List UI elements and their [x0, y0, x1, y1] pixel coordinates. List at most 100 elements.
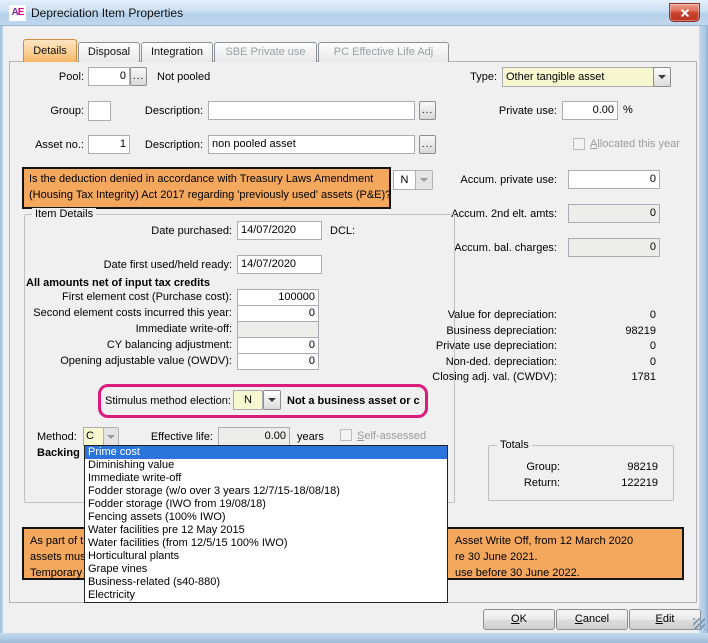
years-label: years [297, 431, 324, 443]
summary-label: Business depreciation: [410, 325, 557, 337]
pool-browse-button[interactable]: ... [130, 67, 147, 86]
dcl-label: DCL: [330, 225, 355, 237]
notice-line2-left: assets must [30, 551, 89, 563]
date-purchased-label: Date purchased: [60, 225, 232, 237]
stimulus-note: Not a business asset or c [287, 395, 425, 407]
method-option[interactable]: Electricity [85, 589, 447, 602]
stimulus-dropdown-arrow-icon[interactable] [263, 390, 281, 410]
method-option[interactable]: Diminishing value [85, 459, 447, 472]
private-use-input[interactable]: 0.00 [562, 101, 618, 120]
totals-group-value: 98219 [558, 461, 658, 473]
allocated-this-year-checkbox[interactable] [573, 138, 585, 150]
group-label: Group: [4, 105, 84, 117]
immediate-write-off-input [237, 321, 319, 338]
group-description-input[interactable] [208, 101, 415, 120]
summary-label: Value for depreciation: [410, 309, 557, 321]
cy-balancing-adjustment-label: CY balancing adjustment: [10, 339, 232, 351]
method-option[interactable]: Horticultural plants [85, 550, 447, 563]
group-description-browse-button[interactable]: ... [419, 101, 436, 120]
notice-line3-left: Temporary [30, 567, 82, 579]
totals-return-label: Return: [500, 477, 560, 489]
summary-value: 98219 [556, 325, 656, 337]
self-assessed-checkbox[interactable] [340, 429, 352, 441]
date-purchased-input[interactable]: 14/07/2020 [237, 221, 322, 240]
asset-description-browse-button[interactable]: ... [419, 135, 436, 154]
item-details-title: Item Details [32, 208, 96, 220]
window-border-bottom [0, 633, 708, 643]
tab-integration[interactable]: Integration [141, 42, 213, 62]
cy-balancing-adjustment-input[interactable]: 0 [237, 337, 319, 354]
window-border-left [0, 26, 3, 633]
asset-description-input[interactable]: non pooled asset [208, 135, 415, 154]
second-element-costs-input[interactable]: 0 [237, 305, 319, 322]
owdv-input[interactable]: 0 [237, 353, 319, 370]
asset-no-label: Asset no.: [4, 139, 84, 151]
window-title: Depreciation Item Properties [31, 6, 183, 20]
treasury-question-line2: (Housing Tax Integrity) Act 2017 regardi… [29, 189, 391, 201]
method-option[interactable]: Fodder storage (IWO from 19/08/18) [85, 498, 447, 511]
method-option[interactable]: Grape vines [85, 563, 447, 576]
self-assessed-label: Self-assessed [357, 430, 426, 442]
totals-return-value: 122219 [558, 477, 658, 489]
summary-value: 0 [556, 340, 656, 352]
backing-label: Backing [37, 447, 80, 459]
pool-input[interactable]: 0 [88, 67, 130, 86]
method-dropdown-list: Prime cost Diminishing value Immediate w… [84, 445, 448, 603]
allocated-this-year-label: Allocated this year [590, 138, 680, 150]
cancel-button[interactable]: Cancel [556, 609, 628, 630]
method-option[interactable]: Fodder storage (w/o over 3 years 12/7/15… [85, 485, 447, 498]
method-dropdown-arrow-icon[interactable] [103, 427, 119, 446]
pool-note: Not pooled [157, 71, 210, 83]
summary-label: Non-ded. depreciation: [410, 356, 557, 368]
tab-pc-effective-life-adj[interactable]: PC Effective Life Adj [318, 42, 449, 62]
group-description-label: Description: [110, 105, 203, 117]
accum-private-use-input[interactable]: 0 [568, 170, 660, 189]
type-select[interactable]: Other tangible asset [502, 67, 654, 87]
effective-life-input: 0.00 [218, 427, 290, 446]
first-element-cost-label: First element cost (Purchase cost): [10, 291, 232, 303]
immediate-write-off-label: Immediate write-off: [10, 323, 232, 335]
method-option[interactable]: Immediate write-off [85, 472, 447, 485]
totals-group [488, 445, 674, 501]
type-dropdown-arrow-icon[interactable] [653, 67, 671, 87]
method-option[interactable]: Water facilities (from 12/5/15 100% IWO) [85, 537, 447, 550]
summary-value: 1781 [556, 371, 656, 383]
totals-group-label: Group: [500, 461, 560, 473]
stimulus-method-select[interactable]: N [233, 390, 263, 410]
close-button[interactable] [669, 3, 700, 22]
method-option[interactable]: Fencing assets (100% IWO) [85, 511, 447, 524]
second-element-costs-label: Second element costs incurred this year: [10, 307, 232, 319]
group-input[interactable] [88, 101, 111, 121]
resize-grip-icon[interactable] [693, 618, 705, 630]
summary-label: Closing adj. val. (CWDV): [410, 371, 557, 383]
asset-description-label: Description: [110, 139, 203, 151]
accum-2nd-elt-input: 0 [568, 204, 660, 223]
method-option[interactable]: Business-related (s40-880) [85, 576, 447, 589]
date-first-used-input[interactable]: 14/07/2020 [237, 255, 322, 274]
date-first-used-label: Date first used/held ready: [60, 259, 232, 271]
summary-value: 0 [556, 356, 656, 368]
notice-line1-right: Asset Write Off, from 12 March 2020 [455, 535, 633, 547]
tab-disposal[interactable]: Disposal [78, 42, 140, 62]
method-option[interactable]: Water facilities pre 12 May 2015 [85, 524, 447, 537]
depreciation-item-properties-dialog: AE Depreciation Item Properties Details … [0, 0, 708, 643]
summary-value: 0 [556, 309, 656, 321]
percent-label: % [623, 104, 633, 116]
owdv-label: Opening adjustable value (OWDV): [10, 355, 232, 367]
method-select[interactable]: C [83, 427, 104, 446]
first-element-cost-input[interactable]: 100000 [237, 289, 319, 306]
effective-life-label: Effective life: [120, 431, 213, 443]
title-bar[interactable]: AE Depreciation Item Properties [0, 0, 708, 26]
tab-details[interactable]: Details [23, 39, 77, 62]
totals-title: Totals [497, 439, 532, 451]
net-of-input-tax-note: All amounts net of input tax credits [26, 277, 210, 289]
accum-private-use-label: Accum. private use: [410, 174, 557, 186]
notice-line3-right: use before 30 June 2022. [455, 567, 580, 579]
type-label: Type: [440, 71, 497, 83]
edit-button[interactable]: Edit [629, 609, 701, 630]
method-label: Method: [37, 431, 77, 443]
ok-button[interactable]: OK [483, 609, 555, 630]
method-option[interactable]: Prime cost [85, 446, 447, 459]
tab-sbe-private-use[interactable]: SBE Private use [214, 42, 317, 62]
window-border-right [699, 26, 708, 633]
